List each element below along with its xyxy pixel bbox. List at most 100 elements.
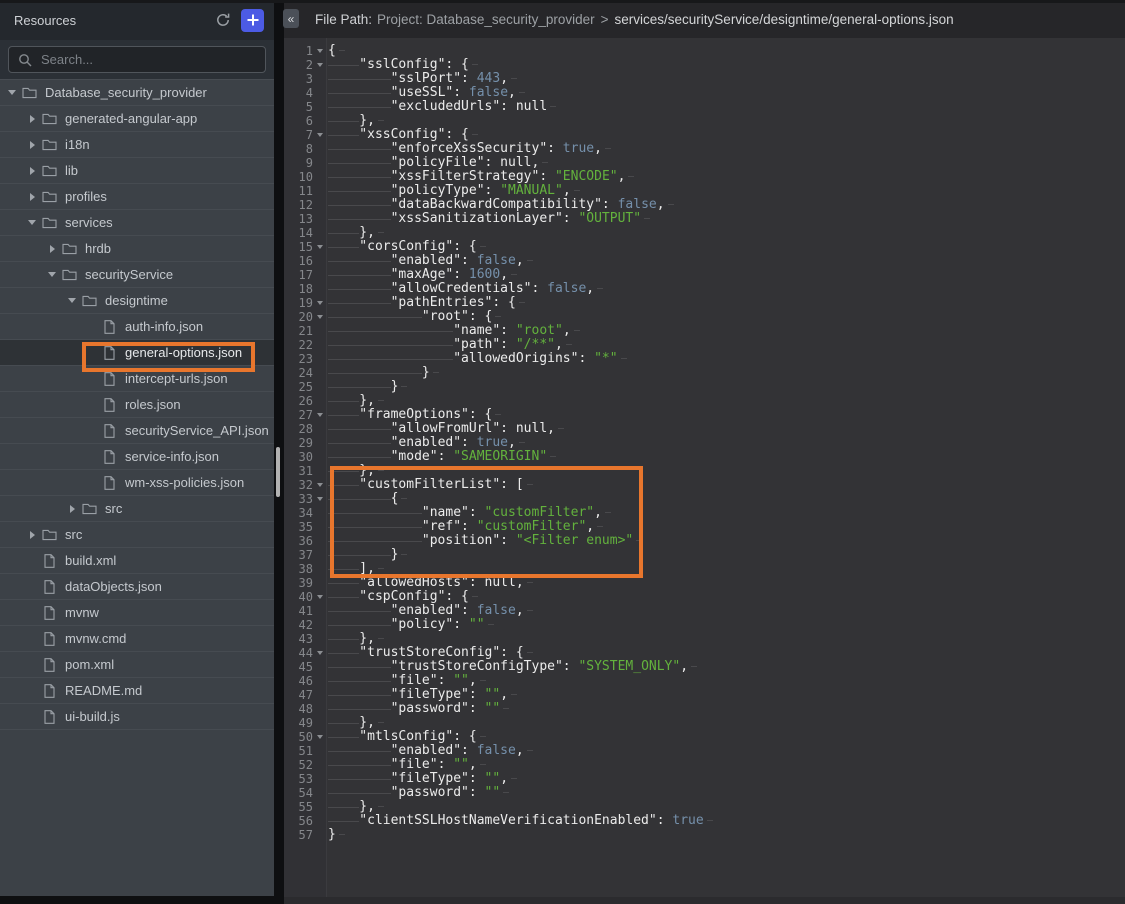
- collapse-arrow-icon[interactable]: [26, 210, 38, 235]
- code-line[interactable]: "policyFile": null,: [328, 156, 1125, 170]
- code-line[interactable]: "customFilterList": [: [328, 478, 1125, 492]
- code-line[interactable]: "root": {: [328, 310, 1125, 324]
- code-line[interactable]: "cspConfig": {: [328, 590, 1125, 604]
- code-line[interactable]: "xssConfig": {: [328, 128, 1125, 142]
- panel-scrollbar-track[interactable]: [274, 0, 284, 904]
- code-line[interactable]: "sslConfig": {: [328, 58, 1125, 72]
- search-box[interactable]: [8, 46, 266, 73]
- search-input[interactable]: [39, 51, 256, 68]
- fold-arrow-icon[interactable]: [313, 492, 326, 506]
- tree-folder-row[interactable]: src: [0, 522, 274, 548]
- tree-file-row[interactable]: auth-info.json: [0, 314, 274, 340]
- tree-folder-row[interactable]: Database_security_provider: [0, 80, 274, 106]
- code-line[interactable]: "enabled": true,: [328, 436, 1125, 450]
- fold-arrow-icon[interactable]: [313, 730, 326, 744]
- tree-folder-row[interactable]: generated-angular-app: [0, 106, 274, 132]
- code-line[interactable]: ],: [328, 562, 1125, 576]
- code-line[interactable]: "name": "customFilter",: [328, 506, 1125, 520]
- tree-file-row[interactable]: roles.json: [0, 392, 274, 418]
- fold-arrow-icon[interactable]: [313, 408, 326, 422]
- collapse-arrow-icon[interactable]: [6, 80, 18, 105]
- code-line[interactable]: "policy": "": [328, 618, 1125, 632]
- code-line[interactable]: "allowFromUrl": null,: [328, 422, 1125, 436]
- tree-folder-row[interactable]: designtime: [0, 288, 274, 314]
- code-line[interactable]: "password": "": [328, 702, 1125, 716]
- panel-scrollbar-thumb[interactable]: [276, 447, 280, 497]
- code-line[interactable]: "allowedHosts": null,: [328, 576, 1125, 590]
- code-line[interactable]: "corsConfig": {: [328, 240, 1125, 254]
- code-line[interactable]: }: [328, 380, 1125, 394]
- code-line[interactable]: },: [328, 632, 1125, 646]
- expand-arrow-icon[interactable]: [46, 236, 58, 261]
- tree-folder-row[interactable]: services: [0, 210, 274, 236]
- code-line[interactable]: "enabled": false,: [328, 604, 1125, 618]
- code-line[interactable]: "xssSanitizationLayer": "OUTPUT": [328, 212, 1125, 226]
- code-line[interactable]: },: [328, 394, 1125, 408]
- editor-hscroll-track[interactable]: [284, 897, 1125, 904]
- code-line[interactable]: "path": "/**",: [328, 338, 1125, 352]
- tree-file-row[interactable]: dataObjects.json: [0, 574, 274, 600]
- expand-arrow-icon[interactable]: [26, 184, 38, 209]
- expand-arrow-icon[interactable]: [26, 522, 38, 547]
- fold-arrow-icon[interactable]: [313, 240, 326, 254]
- expand-arrow-icon[interactable]: [26, 106, 38, 131]
- code-line[interactable]: {: [328, 44, 1125, 58]
- fold-arrow-icon[interactable]: [313, 128, 326, 142]
- tree-folder-row[interactable]: hrdb: [0, 236, 274, 262]
- refresh-icon[interactable]: [212, 9, 234, 31]
- code-line[interactable]: "trustStoreConfig": {: [328, 646, 1125, 660]
- code-line[interactable]: "mtlsConfig": {: [328, 730, 1125, 744]
- code-line[interactable]: "dataBackwardCompatibility": false,: [328, 198, 1125, 212]
- tree-folder-row[interactable]: i18n: [0, 132, 274, 158]
- fold-arrow-icon[interactable]: [313, 58, 326, 72]
- code-line[interactable]: "enforceXssSecurity": true,: [328, 142, 1125, 156]
- tree-file-row[interactable]: service-info.json: [0, 444, 274, 470]
- code-line[interactable]: }: [328, 828, 1125, 842]
- fold-arrow-icon[interactable]: [313, 590, 326, 604]
- tree-file-row[interactable]: README.md: [0, 678, 274, 704]
- code-line[interactable]: "sslPort": 443,: [328, 72, 1125, 86]
- collapse-panel-button[interactable]: «: [283, 9, 299, 28]
- expand-arrow-icon[interactable]: [26, 158, 38, 183]
- tree-folder-row[interactable]: securityService: [0, 262, 274, 288]
- fold-arrow-icon[interactable]: [313, 310, 326, 324]
- code-line[interactable]: },: [328, 716, 1125, 730]
- expand-arrow-icon[interactable]: [66, 496, 78, 521]
- code-line[interactable]: "file": "",: [328, 674, 1125, 688]
- code-line[interactable]: }: [328, 366, 1125, 380]
- tree-folder-row[interactable]: src: [0, 496, 274, 522]
- code-line[interactable]: "password": "": [328, 786, 1125, 800]
- code-line[interactable]: "pathEntries": {: [328, 296, 1125, 310]
- tree-folder-row[interactable]: lib: [0, 158, 274, 184]
- tree-file-row[interactable]: pom.xml: [0, 652, 274, 678]
- code-line[interactable]: "maxAge": 1600,: [328, 268, 1125, 282]
- code-line[interactable]: },: [328, 464, 1125, 478]
- code-line[interactable]: },: [328, 800, 1125, 814]
- fold-arrow-icon[interactable]: [313, 296, 326, 310]
- fold-arrow-icon[interactable]: [313, 44, 326, 58]
- tree-folder-row[interactable]: profiles: [0, 184, 274, 210]
- tree-file-row[interactable]: securityService_API.json: [0, 418, 274, 444]
- code-line[interactable]: "clientSSLHostNameVerificationEnabled": …: [328, 814, 1125, 828]
- sidebar-hscroll-track[interactable]: [0, 896, 274, 904]
- tree-file-row[interactable]: general-options.json: [0, 340, 274, 366]
- collapse-arrow-icon[interactable]: [66, 288, 78, 313]
- code-line[interactable]: "useSSL": false,: [328, 86, 1125, 100]
- tree-file-row[interactable]: ui-build.js: [0, 704, 274, 730]
- code-line[interactable]: "position": "<Filter enum>": [328, 534, 1125, 548]
- editor-code[interactable]: {"sslConfig": {"sslPort": 443,"useSSL": …: [328, 38, 1125, 842]
- code-line[interactable]: "enabled": false,: [328, 744, 1125, 758]
- code-line[interactable]: },: [328, 226, 1125, 240]
- code-line[interactable]: "name": "root",: [328, 324, 1125, 338]
- code-line[interactable]: "allowedOrigins": "*": [328, 352, 1125, 366]
- tree-file-row[interactable]: build.xml: [0, 548, 274, 574]
- code-line[interactable]: "allowCredentials": false,: [328, 282, 1125, 296]
- code-line[interactable]: }: [328, 548, 1125, 562]
- code-editor[interactable]: 1234567891011121314151617181920212223242…: [284, 38, 1125, 904]
- code-line[interactable]: "ref": "customFilter",: [328, 520, 1125, 534]
- code-line[interactable]: "frameOptions": {: [328, 408, 1125, 422]
- tree-file-row[interactable]: mvnw: [0, 600, 274, 626]
- expand-arrow-icon[interactable]: [26, 132, 38, 157]
- code-line[interactable]: "xssFilterStrategy": "ENCODE",: [328, 170, 1125, 184]
- code-line[interactable]: "fileType": "",: [328, 688, 1125, 702]
